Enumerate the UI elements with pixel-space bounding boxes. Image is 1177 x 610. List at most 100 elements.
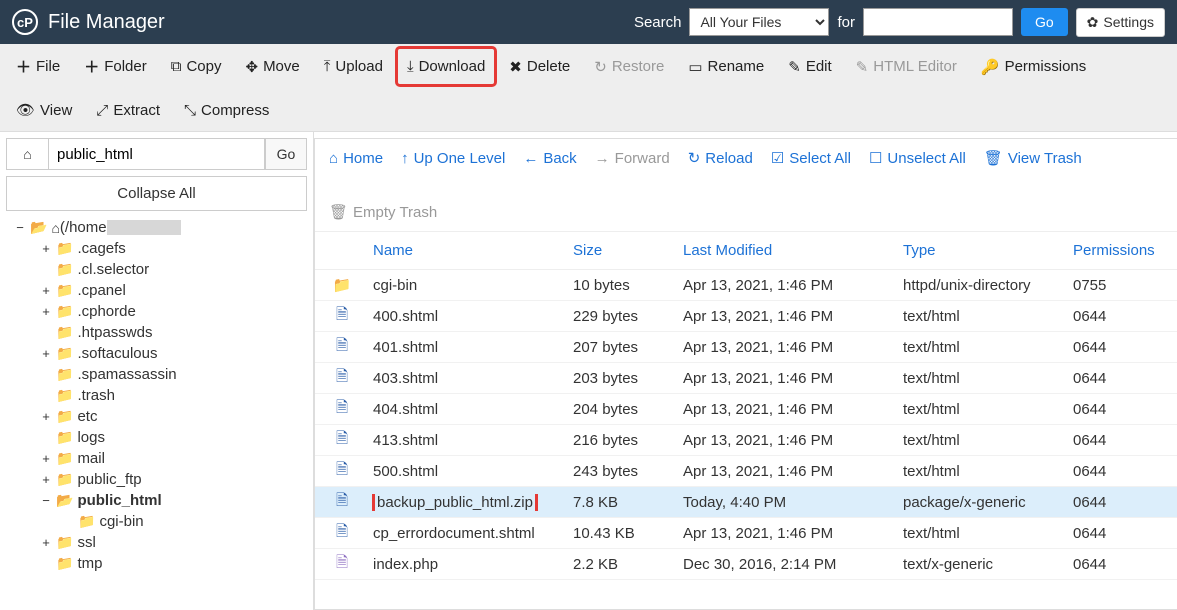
cell-permissions: 0644	[1067, 308, 1177, 325]
cell-size: 229 bytes	[567, 308, 677, 325]
folder-icon: 📁	[56, 240, 73, 257]
table-row[interactable]: 🗎backup_public_html.zip7.8 KBToday, 4:40…	[315, 487, 1177, 518]
tree-node[interactable]: + 📁.cagefs	[10, 238, 307, 259]
col-name[interactable]: Name	[367, 242, 567, 259]
collapse-icon[interactable]: −	[14, 220, 26, 235]
file-table: Name Size Last Modified Type Permissions…	[315, 232, 1177, 609]
permissions-button[interactable]: 🔑Permissions	[971, 48, 1096, 85]
edit-button[interactable]: ✎Edit	[778, 48, 841, 85]
tree-node[interactable]: +📁etc	[10, 406, 307, 427]
table-row[interactable]: 🗎400.shtml229 bytesApr 13, 2021, 1:46 PM…	[315, 301, 1177, 332]
cell-modified: Apr 13, 2021, 1:46 PM	[677, 370, 897, 387]
table-row[interactable]: 🗎500.shtml243 bytesApr 13, 2021, 1:46 PM…	[315, 456, 1177, 487]
table-row[interactable]: 🗎413.shtml216 bytesApr 13, 2021, 1:46 PM…	[315, 425, 1177, 456]
cell-name: 500.shtml	[367, 463, 567, 480]
tree-node[interactable]: +📁.spamassassin	[10, 364, 307, 385]
nav-empty-trash[interactable]: 🗑Empty Trash	[329, 203, 437, 221]
table-row[interactable]: 🗎404.shtml204 bytesApr 13, 2021, 1:46 PM…	[315, 394, 1177, 425]
move-button[interactable]: ✥Move	[235, 48, 309, 85]
search-go-button[interactable]: Go	[1021, 8, 1068, 36]
cell-name: index.php	[367, 556, 567, 573]
collapse-all-button[interactable]: Collapse All	[6, 176, 307, 211]
tree-node[interactable]: +📁.cphorde	[10, 301, 307, 322]
nav-unselect-all[interactable]: ☐Unselect All	[869, 149, 966, 167]
nav-up[interactable]: ↑Up One Level	[401, 150, 505, 167]
toggle-icon[interactable]: +	[40, 451, 52, 466]
nav-view-trash[interactable]: 🗑View Trash	[984, 149, 1082, 167]
delete-icon: ✖	[509, 58, 522, 76]
col-modified[interactable]: Last Modified	[677, 242, 897, 259]
folder-icon: 📁	[56, 555, 73, 572]
upload-button[interactable]: ⤒Upload	[314, 48, 393, 85]
toggle-icon[interactable]: −	[40, 493, 52, 508]
cell-permissions: 0644	[1067, 370, 1177, 387]
tree-node-label: .cagefs	[77, 240, 125, 257]
tree-node[interactable]: +📁.cl.selector	[10, 259, 307, 280]
toggle-icon[interactable]: +	[40, 346, 52, 361]
plus-icon: ＋	[16, 56, 31, 77]
folder-icon: 📁	[56, 303, 73, 320]
cell-name: cgi-bin	[367, 277, 567, 294]
restore-button[interactable]: ↻Restore	[584, 48, 674, 85]
nav-row: ⌂Home ↑Up One Level ←Back →Forward ↻Relo…	[315, 139, 1177, 232]
settings-button[interactable]: ✿ Settings	[1076, 8, 1165, 37]
path-input[interactable]	[48, 138, 265, 170]
tree-node[interactable]: +📁.htpasswds	[10, 322, 307, 343]
rename-button[interactable]: ▭Rename	[678, 48, 774, 85]
tree-node-label: .spamassassin	[77, 366, 176, 383]
table-row[interactable]: 🗎cp_errordocument.shtml10.43 KBApr 13, 2…	[315, 518, 1177, 549]
nav-reload[interactable]: ↻Reload	[688, 149, 753, 167]
reload-icon: ↻	[688, 149, 701, 167]
toggle-icon[interactable]: +	[40, 241, 52, 256]
nav-select-all[interactable]: ☑Select All	[771, 149, 851, 167]
col-size[interactable]: Size	[567, 242, 677, 259]
table-row[interactable]: 📁cgi-bin10 bytesApr 13, 2021, 1:46 PMhtt…	[315, 270, 1177, 301]
sidebar: ⌂ Go Collapse All − 📂 ⌂ (/home +📁.cagefs…	[0, 132, 314, 610]
tree-node[interactable]: +📁.softaculous	[10, 343, 307, 364]
compress-button[interactable]: ⤡Compress	[174, 93, 279, 127]
search-input[interactable]	[863, 8, 1013, 36]
tree-node[interactable]: +📁.cpanel	[10, 280, 307, 301]
table-row[interactable]: 🗎index.php2.2 KBDec 30, 2016, 2:14 PMtex…	[315, 549, 1177, 580]
folder-icon: 📁	[56, 429, 73, 446]
toggle-icon[interactable]: +	[40, 472, 52, 487]
search-scope-select[interactable]: All Your Files	[689, 8, 829, 36]
tree-node[interactable]: +📁.trash	[10, 385, 307, 406]
tree-node[interactable]: +📁tmp	[10, 553, 307, 574]
tree-node[interactable]: −📂public_html	[10, 490, 307, 511]
nav-home[interactable]: ⌂Home	[329, 150, 383, 167]
folder-icon: 📁	[56, 261, 73, 278]
html-editor-button[interactable]: ✎HTML Editor	[846, 48, 967, 85]
home-path-icon[interactable]: ⌂	[6, 138, 48, 170]
cell-type: text/html	[897, 370, 1067, 387]
view-button[interactable]: 👁View	[6, 93, 82, 127]
tree-node[interactable]: +📁public_ftp	[10, 469, 307, 490]
cell-name: backup_public_html.zip	[367, 494, 567, 511]
tree-node[interactable]: +📁mail	[10, 448, 307, 469]
file-icon: 🗎	[336, 304, 348, 329]
tree-node[interactable]: +📁cgi-bin	[10, 511, 307, 532]
tree-root[interactable]: − 📂 ⌂ (/home	[10, 217, 307, 238]
toggle-icon[interactable]: +	[40, 535, 52, 550]
col-type[interactable]: Type	[897, 242, 1067, 259]
file-button[interactable]: ＋File	[6, 48, 70, 85]
copy-button[interactable]: ⧉Copy	[161, 48, 232, 85]
delete-button[interactable]: ✖Delete	[499, 48, 580, 85]
folder-button[interactable]: ＋Folder	[74, 48, 157, 85]
toggle-icon[interactable]: +	[40, 409, 52, 424]
table-row[interactable]: 🗎401.shtml207 bytesApr 13, 2021, 1:46 PM…	[315, 332, 1177, 363]
toggle-icon[interactable]: +	[40, 304, 52, 319]
path-go-button[interactable]: Go	[265, 138, 307, 170]
tree-node-label: cgi-bin	[99, 513, 143, 530]
forward-arrow-icon: →	[595, 150, 610, 167]
col-permissions[interactable]: Permissions	[1067, 242, 1177, 259]
table-row[interactable]: 🗎403.shtml203 bytesApr 13, 2021, 1:46 PM…	[315, 363, 1177, 394]
nav-forward[interactable]: →Forward	[595, 150, 670, 167]
download-button[interactable]: ⤓Download	[397, 48, 495, 85]
tree-node[interactable]: +📁ssl	[10, 532, 307, 553]
tree-node[interactable]: +📁logs	[10, 427, 307, 448]
toggle-icon[interactable]: +	[40, 283, 52, 298]
app-logo: cP File Manager	[12, 9, 165, 35]
nav-back[interactable]: ←Back	[523, 150, 576, 167]
extract-button[interactable]: ⤢Extract	[86, 93, 170, 127]
